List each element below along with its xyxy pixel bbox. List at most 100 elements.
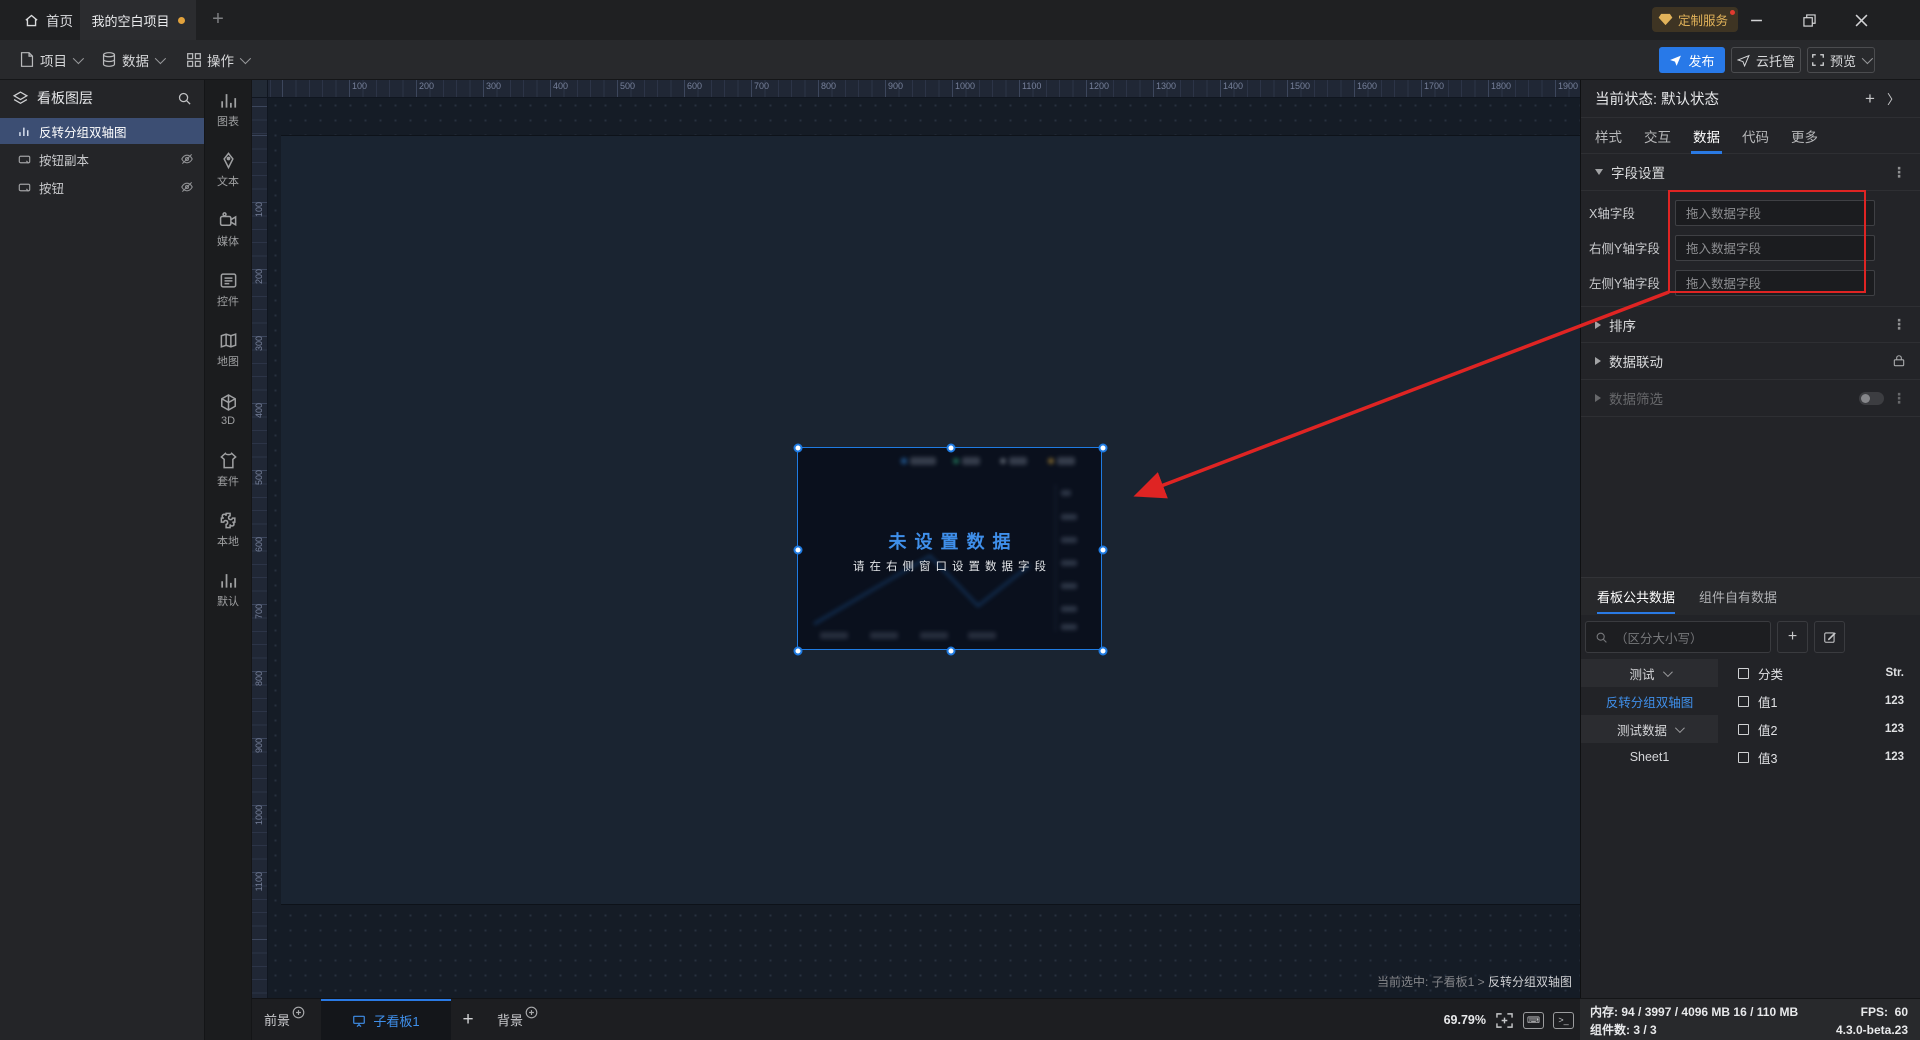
horizontal-ruler: 100 200 300 400 500 600 700 800 900 1000 1100 1200 1… [268, 80, 1580, 98]
ruler-number: 600 [254, 537, 264, 553]
minimize-button[interactable] [1735, 0, 1777, 40]
resize-handle-se[interactable] [1098, 646, 1108, 656]
zoom-level: 69.79% [1443, 1013, 1486, 1027]
ruler-number: 300 [486, 81, 502, 91]
console-icon[interactable]: >_ [1553, 1011, 1574, 1029]
tab-component-own-data[interactable]: 组件自有数据 [1699, 578, 1777, 615]
custom-service-badge[interactable]: 定制服务 [1652, 7, 1739, 32]
tool-map[interactable]: 地图 [205, 320, 251, 380]
section-data-linkage[interactable]: 数据联动 [1581, 343, 1920, 380]
tool-text[interactable]: 文本 [205, 140, 251, 200]
component-count-stat: 组件数: 3 / 3 [1590, 1023, 1657, 1037]
background-button[interactable]: 背景 [485, 999, 550, 1040]
field-checkbox[interactable] [1738, 723, 1749, 735]
tool-kit[interactable]: 套件 [205, 440, 251, 500]
data-search-row: （区分大小写） + [1581, 615, 1920, 659]
data-filter-toggle[interactable] [1859, 391, 1884, 405]
data-field-row[interactable]: 值1 123 [1738, 687, 1920, 715]
kebab-menu-icon[interactable]: ⋮ [1892, 164, 1906, 181]
data-field-row[interactable]: 值2 123 [1738, 715, 1920, 743]
section-sort[interactable]: 排序 ⋮ [1581, 306, 1920, 343]
home-icon [25, 14, 38, 26]
preview-button[interactable]: 预览 [1807, 47, 1875, 73]
circle-plus-icon [525, 1006, 538, 1019]
left-y-axis-field-dropzone[interactable]: 拖入数据字段 [1675, 269, 1875, 296]
project-tab[interactable]: 我的空白项目 [80, 0, 196, 40]
add-data-button[interactable]: + [1777, 621, 1808, 653]
data-field-row[interactable]: 值3 123 [1738, 743, 1920, 771]
kebab-menu-icon[interactable]: ⋮ [1892, 316, 1906, 333]
data-linkage-title: 数据联动 [1609, 355, 1663, 370]
foreground-button[interactable]: 前景 [252, 999, 317, 1040]
menu-project[interactable]: 项目 [8, 40, 93, 79]
tab-more[interactable]: 更多 [1791, 118, 1818, 154]
layer-item-button[interactable]: 按钮 [0, 174, 204, 200]
section-field-settings[interactable]: 字段设置 ⋮ [1581, 154, 1920, 191]
tab-code[interactable]: 代码 [1742, 118, 1769, 154]
ruler-number: 1800 [1491, 81, 1512, 91]
subboard-tab[interactable]: 子看板1 [321, 999, 452, 1040]
tree-sheet1[interactable]: Sheet1 [1581, 743, 1718, 771]
field-checkbox[interactable] [1738, 695, 1749, 707]
tool-media[interactable]: 媒体 [205, 200, 251, 260]
resize-handle-s[interactable] [946, 646, 955, 656]
tool-3d[interactable]: 3D [205, 380, 251, 440]
tool-default[interactable]: 默认 [205, 560, 251, 620]
menu-project-label: 项目 [40, 53, 67, 69]
field-checkbox[interactable] [1738, 751, 1749, 763]
search-icon[interactable] [177, 91, 192, 106]
tree-folder-test[interactable]: 测试 [1581, 659, 1718, 687]
field-type-badge: 123 [1884, 723, 1904, 735]
new-tab-button[interactable]: + [206, 8, 230, 32]
lock-icon[interactable] [1892, 354, 1906, 368]
field-settings-body: X轴字段 拖入数据字段 右侧Y轴字段 拖入数据字段 左侧Y轴字段 拖入数据字段 [1581, 191, 1920, 306]
layer-item-chart[interactable]: 反转分组双轴图 [0, 118, 204, 144]
layer-item-button-copy[interactable]: 按钮副本 [0, 146, 204, 172]
resize-handle-nw[interactable] [793, 443, 803, 453]
tree-folder-test-data[interactable]: 测试数据 [1581, 715, 1718, 743]
expand-states-button[interactable]: 〉 [1881, 89, 1906, 108]
tool-controls[interactable]: 控件 [205, 260, 251, 320]
inspector-tabs: 样式 交互 数据 代码 更多 [1581, 118, 1920, 154]
data-search-input[interactable]: （区分大小写） [1585, 621, 1771, 653]
field-checkbox[interactable] [1738, 667, 1749, 679]
home-tab[interactable]: 首页 [10, 0, 87, 40]
tool-charts[interactable]: 图表 [205, 80, 251, 140]
publish-button[interactable]: 发布 [1659, 47, 1725, 73]
cloud-host-button[interactable]: 云托管 [1731, 47, 1801, 73]
edit-data-button[interactable] [1814, 621, 1845, 653]
kebab-menu-icon[interactable]: ⋮ [1892, 390, 1906, 407]
resize-handle-e[interactable] [1098, 545, 1108, 554]
data-field-row[interactable]: 分类 Str. [1738, 659, 1920, 687]
keyboard-shortcuts-icon[interactable]: ⌨ [1523, 1011, 1544, 1029]
resize-handle-ne[interactable] [1098, 443, 1108, 453]
layer-item-label: 按钮 [39, 181, 65, 196]
dashboard-workarea[interactable]: 未设置数据 请在右侧窗口设置数据字段 [268, 98, 1580, 998]
section-data-filter[interactable]: 数据筛选 ⋮ [1581, 380, 1920, 417]
resize-handle-sw[interactable] [793, 646, 803, 656]
resize-handle-n[interactable] [946, 443, 955, 453]
add-state-button[interactable]: + [1859, 89, 1881, 109]
tab-board-shared-data[interactable]: 看板公共数据 [1597, 578, 1676, 615]
chart-component[interactable]: 未设置数据 请在右侧窗口设置数据字段 [793, 443, 1108, 656]
ruler-number: 500 [620, 81, 636, 91]
eye-hidden-icon[interactable] [180, 180, 194, 194]
restore-button[interactable] [1788, 0, 1830, 40]
menu-data[interactable]: 数据 [90, 40, 175, 79]
data-tree: 测试 反转分组双轴图 测试数据 Sheet1 [1581, 659, 1718, 771]
tab-data[interactable]: 数据 [1691, 118, 1722, 154]
menu-operations[interactable]: 操作 [175, 40, 260, 79]
tool-local[interactable]: 本地 [205, 500, 251, 560]
tab-interaction[interactable]: 交互 [1644, 118, 1671, 154]
right-y-axis-field-dropzone[interactable]: 拖入数据字段 [1675, 234, 1875, 261]
tab-style[interactable]: 样式 [1595, 118, 1622, 154]
ruler-number: 1600 [1357, 81, 1378, 91]
eye-hidden-icon[interactable] [180, 152, 194, 166]
x-axis-field-dropzone[interactable]: 拖入数据字段 [1675, 199, 1875, 226]
tree-sheet-active[interactable]: 反转分组双轴图 [1581, 687, 1718, 715]
close-button[interactable] [1840, 0, 1882, 40]
add-subboard-button[interactable]: + [451, 999, 485, 1040]
resize-handle-w[interactable] [793, 545, 803, 554]
paper-plane-icon [1670, 55, 1682, 66]
fit-screen-icon[interactable] [1495, 1012, 1514, 1029]
